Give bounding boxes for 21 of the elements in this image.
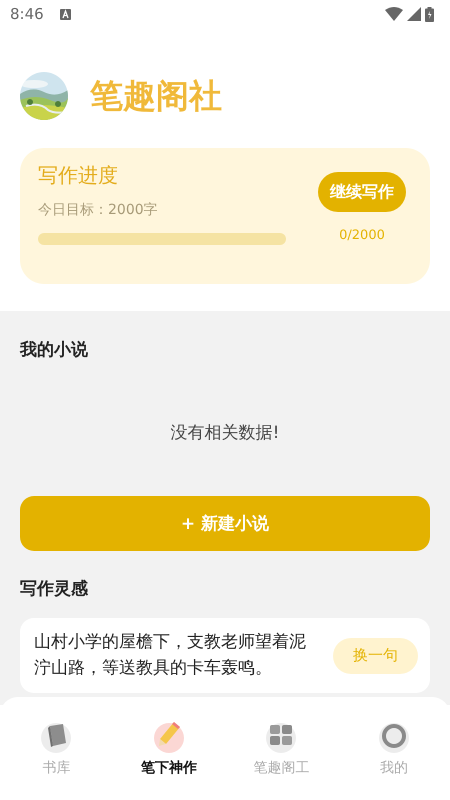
new-novel-button[interactable]: + 新建小说: [20, 496, 430, 551]
nav-tab[interactable]: 笔下神作: [112, 719, 225, 800]
signal-icon: [407, 7, 421, 21]
battery-icon: [425, 6, 434, 22]
nav-tab[interactable]: 我的: [338, 719, 450, 800]
app-title: 笔趣阁社: [90, 74, 222, 116]
empty-text: 没有相关数据!: [170, 422, 280, 444]
next-quote-button[interactable]: 换一句: [333, 638, 418, 674]
status-time: 8:46: [10, 5, 44, 23]
section-title: 我的小说: [20, 339, 89, 361]
wifi-icon: [385, 7, 403, 21]
nav-tab[interactable]: 书库: [0, 719, 112, 800]
daily-goal: 今日目标：2000字: [38, 201, 159, 219]
section-title: 写作灵感: [20, 578, 89, 600]
continue-writing-button[interactable]: 继续写作: [318, 172, 406, 212]
progress-reading: 0/2000: [339, 228, 385, 243]
pencil-icon: [152, 719, 186, 753]
keyboard-icon: [60, 8, 71, 20]
quote-text: 山村小学的屋檐下，支教老师望着泥泞山路，等送教具的卡车轰鸣。: [34, 631, 307, 680]
card-title: 写作进度: [38, 162, 119, 189]
nav-tab[interactable]: 笔趣阁工: [225, 719, 338, 800]
